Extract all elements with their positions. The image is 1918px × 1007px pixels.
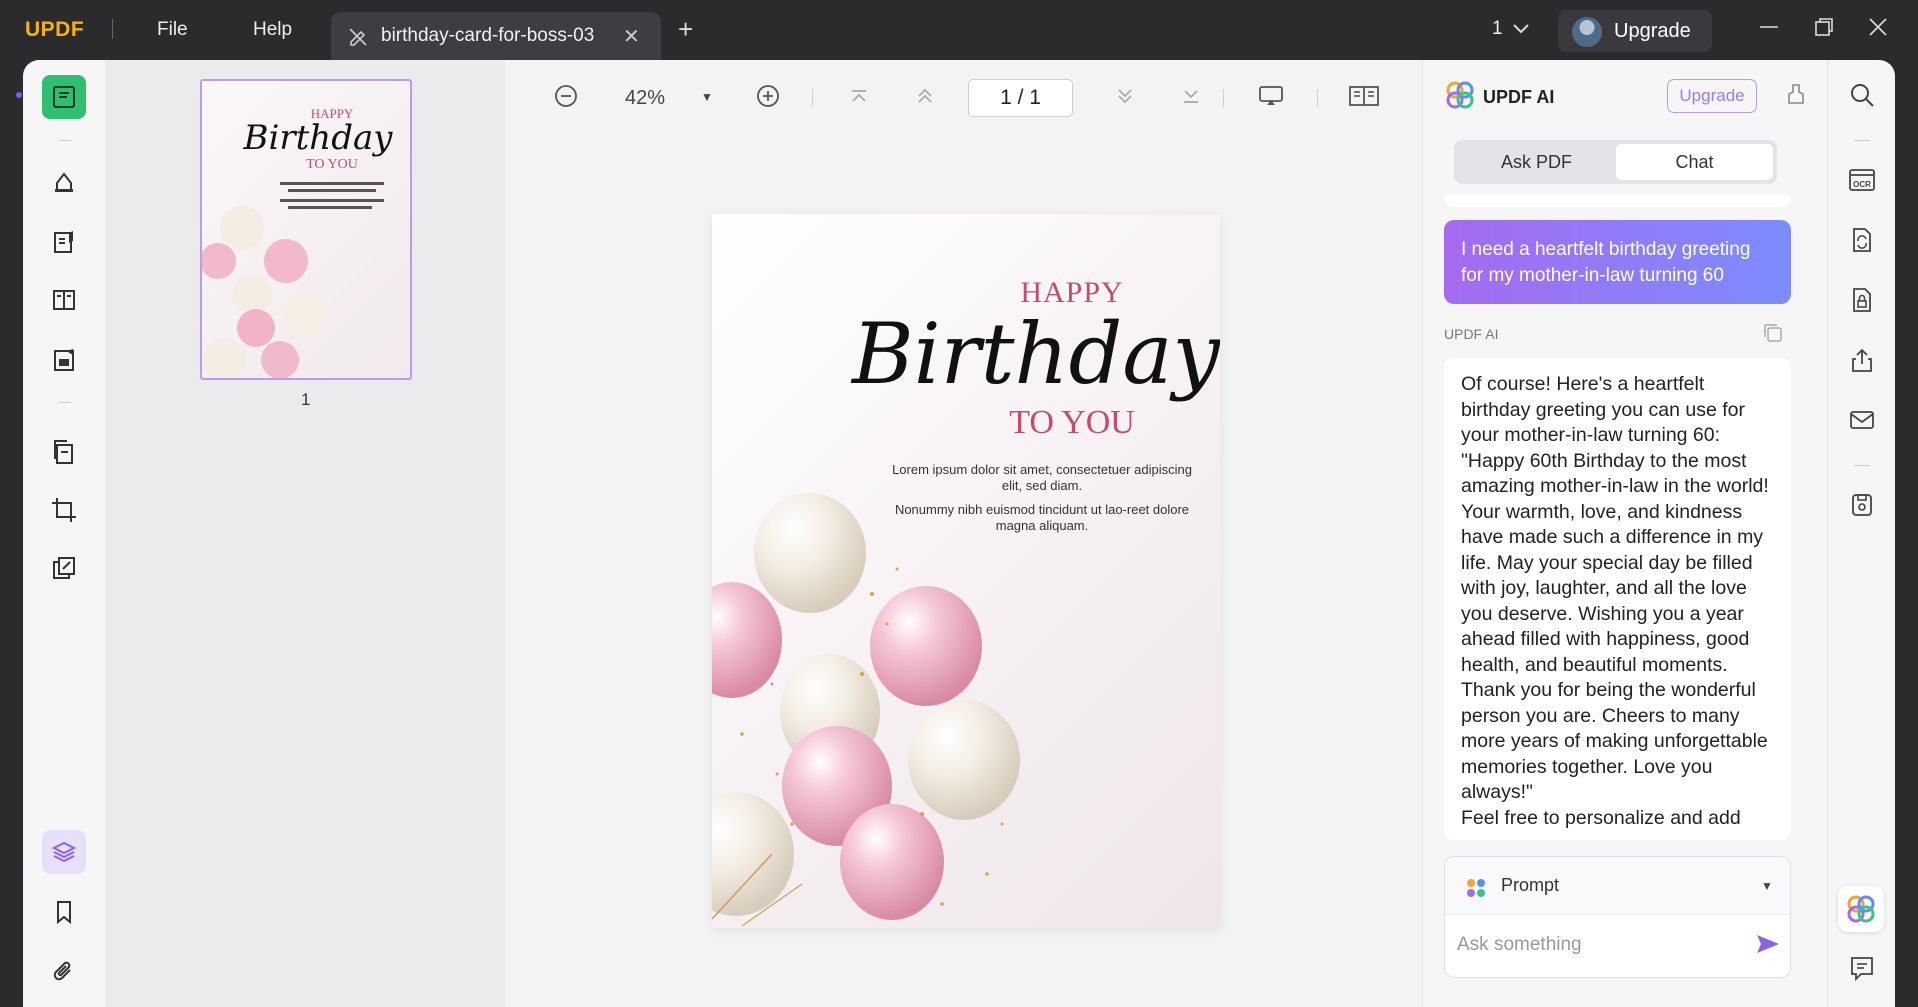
- attachment-button[interactable]: [42, 950, 86, 994]
- save-icon[interactable]: [1847, 490, 1877, 520]
- close-tab-icon[interactable]: ✕: [623, 24, 640, 49]
- thumbnail-page-number: 1: [301, 390, 311, 409]
- form-tool-button[interactable]: [42, 338, 86, 382]
- chevron-down-icon[interactable]: [1512, 18, 1530, 43]
- right-tool-rail: OCR: [1827, 60, 1895, 1007]
- send-icon[interactable]: [1755, 932, 1781, 961]
- divider: [1223, 89, 1224, 107]
- prompt-selector[interactable]: Prompt ▼: [1445, 857, 1790, 915]
- ai-panel-title: UPDF AI: [1483, 87, 1555, 107]
- convert-tool-button[interactable]: [42, 546, 86, 590]
- reply-greeting: "Happy 60th Birthday to the most amazing…: [1461, 449, 1769, 804]
- search-icon[interactable]: [1847, 80, 1877, 110]
- zoom-dropdown-icon[interactable]: ▼: [701, 90, 713, 104]
- ai-upgrade-button[interactable]: Upgrade: [1667, 79, 1757, 113]
- menu-file[interactable]: File: [157, 19, 188, 41]
- updf-ai-icon[interactable]: [1838, 886, 1884, 932]
- previous-page-icon[interactable]: [913, 83, 937, 114]
- ocr-icon[interactable]: OCR: [1847, 165, 1877, 195]
- page-number-input[interactable]: 1 / 1: [968, 79, 1073, 117]
- thumbnail-pane: HAPPY Birthday TO YOU 1: [105, 60, 505, 1007]
- ai-mode-toggle: Ask PDF Chat: [1454, 140, 1777, 184]
- pdf-page: HAPPY Birthday TO YOU Lorem ipsum dolor …: [712, 214, 1220, 928]
- clear-chat-icon[interactable]: [1785, 82, 1807, 111]
- tab-ask-pdf[interactable]: Ask PDF: [1458, 144, 1615, 180]
- previous-message-edge: [1445, 195, 1790, 207]
- zoom-level[interactable]: 42%: [625, 87, 665, 110]
- close-window-icon[interactable]: [1867, 16, 1889, 43]
- ai-assistant-panel: UPDF AI Upgrade Ask PDF Chat I need a he…: [1422, 60, 1827, 1007]
- document-tab[interactable]: birthday-card-for-boss-03 ✕: [331, 12, 661, 60]
- edit-off-icon: [347, 26, 369, 53]
- document-viewer: 42% ▼ 1 / 1 HAPPY Birthday TO YOU Lorem …: [505, 60, 1422, 1007]
- comment-tool-button[interactable]: [42, 160, 86, 204]
- tab-title: birthday-card-for-boss-03: [381, 25, 595, 46]
- avatar: [1572, 17, 1602, 47]
- divider: [1317, 89, 1318, 107]
- protect-icon[interactable]: [1847, 285, 1877, 315]
- chevron-down-icon: ▼: [1761, 879, 1773, 893]
- edit-pdf-button[interactable]: [42, 220, 86, 264]
- restore-icon[interactable]: [1813, 16, 1835, 43]
- prompt-label: Prompt: [1501, 875, 1560, 895]
- user-message: I need a heartfelt birthday greeting for…: [1444, 220, 1791, 304]
- left-tool-rail: [23, 60, 105, 1007]
- last-page-icon[interactable]: [1179, 83, 1203, 114]
- slideshow-icon[interactable]: [1257, 83, 1285, 114]
- layers-button[interactable]: [42, 830, 86, 874]
- divider: [59, 140, 71, 141]
- reply-intro: Of course! Here's a heartfelt birthday g…: [1461, 373, 1746, 446]
- prompt-icon: [1465, 877, 1487, 904]
- balloons-illustration: [712, 493, 1020, 927]
- title-bar: UPDF File Help birthday-card-for-boss-03…: [0, 0, 1918, 60]
- svg-text:TO YOU: TO YOU: [306, 157, 358, 172]
- zoom-in-icon[interactable]: [755, 83, 781, 114]
- reply-outro: Feel free to personalize and add: [1461, 806, 1741, 829]
- copy-icon[interactable]: [1762, 322, 1784, 349]
- prompt-composer: Prompt ▼: [1444, 856, 1791, 978]
- updf-logo: UPDF: [25, 18, 84, 42]
- convert-icon[interactable]: [1847, 225, 1877, 255]
- bookmark-button[interactable]: [42, 890, 86, 934]
- ask-input[interactable]: [1457, 925, 1737, 965]
- svg-text:OCR: OCR: [1853, 180, 1871, 189]
- email-icon[interactable]: [1847, 405, 1877, 435]
- updf-ai-logo-icon: [1445, 80, 1475, 115]
- share-icon[interactable]: [1847, 345, 1877, 375]
- upgrade-label: Upgrade: [1614, 20, 1691, 42]
- minimize-icon[interactable]: [1758, 16, 1780, 43]
- crop-tool-button[interactable]: [42, 488, 86, 532]
- page-display-icon[interactable]: [1348, 83, 1380, 114]
- comment-list-icon[interactable]: [1847, 953, 1877, 983]
- add-tab-icon[interactable]: +: [678, 16, 693, 42]
- divider: [59, 402, 71, 403]
- divider: [812, 89, 813, 107]
- window-count[interactable]: 1: [1492, 18, 1503, 40]
- menu-help[interactable]: Help: [253, 19, 292, 41]
- tab-chat[interactable]: Chat: [1616, 144, 1773, 180]
- assistant-message: Of course! Here's a heartfelt birthday g…: [1444, 358, 1791, 840]
- zoom-out-icon[interactable]: [553, 83, 579, 114]
- divider: [1854, 140, 1870, 141]
- divider: [112, 19, 113, 39]
- svg-text:Birthday: Birthday: [243, 118, 394, 158]
- reader-mode-button[interactable]: [42, 75, 86, 119]
- active-indicator: [16, 92, 22, 98]
- first-page-icon[interactable]: [847, 83, 871, 114]
- next-page-icon[interactable]: [1113, 83, 1137, 114]
- organize-pages-button[interactable]: [42, 430, 86, 474]
- page-layout-button[interactable]: [42, 278, 86, 322]
- logo-text: UPDF: [25, 18, 85, 41]
- page-thumbnail[interactable]: HAPPY Birthday TO YOU: [200, 79, 412, 380]
- assistant-label: UPDF AI: [1444, 326, 1499, 342]
- divider: [1854, 465, 1870, 466]
- upgrade-button[interactable]: Upgrade: [1558, 10, 1712, 52]
